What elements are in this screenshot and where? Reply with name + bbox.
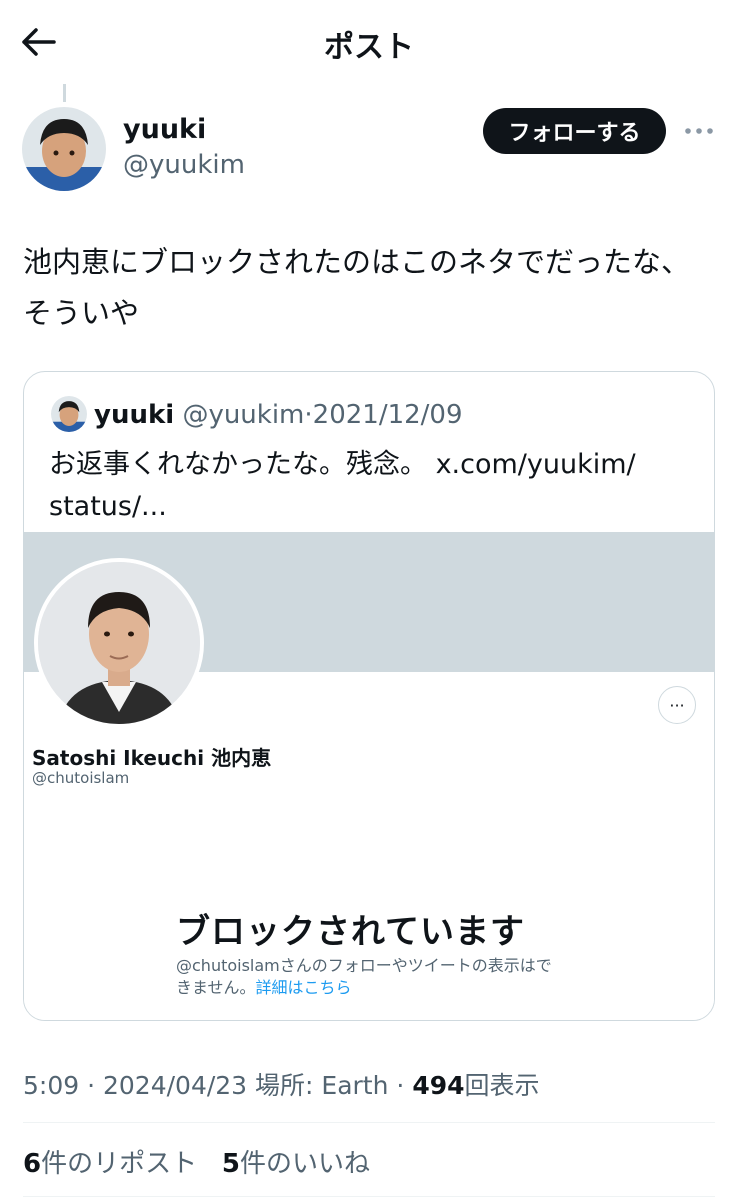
quoted-avatar <box>51 396 87 432</box>
quoted-text-line: お返事くれなかったな。残念。 x.com/yuukim/ <box>49 449 636 480</box>
divider <box>23 1196 715 1197</box>
author-name[interactable]: yuuki <box>123 114 206 145</box>
quoted-text: お返事くれなかったな。残念。 x.com/yuukim/ status/... <box>49 444 689 528</box>
quoted-author-handle: @yuukim <box>182 400 305 430</box>
blocked-description-line: きません。 <box>176 978 256 997</box>
post-text-line: そういや <box>23 296 140 330</box>
avatar[interactable] <box>22 107 106 191</box>
profile-photo <box>34 558 204 728</box>
quoted-header: yuuki @yuukim·2021/12/09 <box>94 400 463 430</box>
divider <box>23 1122 715 1123</box>
learn-more-link: 詳細はこちら <box>255 978 352 997</box>
views-label[interactable]: 回表示 <box>465 1071 540 1100</box>
profile-name: Satoshi Ikeuchi 池内恵 <box>32 742 271 771</box>
quoted-text-line: status/... <box>49 491 167 522</box>
engagement-stats: 6件のリポスト 5件のいいね <box>23 1143 370 1180</box>
post-location: 場所: Earth <box>255 1071 389 1100</box>
meta-separator: · <box>87 1071 96 1100</box>
blocked-description-line: @chutoislamさんのフォローやツイートの表示はで <box>176 956 552 975</box>
follow-button[interactable]: フォローする <box>483 108 666 154</box>
blocked-description: @chutoislamさんのフォローやツイートの表示はで きません。詳細はこちら <box>176 955 576 999</box>
post-text: 池内恵にブロックされたのはこのネタでだったな、 そういや <box>23 237 723 339</box>
likes-count[interactable]: 5 <box>222 1149 240 1179</box>
reposts-label[interactable]: 件のリポスト <box>41 1149 197 1179</box>
likes-label[interactable]: 件のいいね <box>240 1149 370 1179</box>
meta-separator: · <box>396 1071 405 1100</box>
thread-connector-line <box>63 84 66 102</box>
page-title: ポスト <box>324 30 414 65</box>
top-bar: ポスト <box>0 0 738 84</box>
post-time: 5:09 <box>23 1071 80 1100</box>
post-text-line: 池内恵にブロックされたのはこのネタでだったな、 <box>23 245 691 279</box>
more-options-button[interactable] <box>682 116 716 146</box>
blocked-title: ブロックされています <box>176 912 525 952</box>
profile-handle: @chutoislam <box>32 769 130 787</box>
quoted-author-name: yuuki <box>94 400 175 430</box>
reposts-count[interactable]: 6 <box>23 1149 41 1179</box>
quoted-post-card[interactable]: yuuki @yuukim·2021/12/09 お返事くれなかったな。残念。 … <box>23 371 715 1021</box>
quoted-date: 2021/12/09 <box>312 400 463 430</box>
views-count[interactable]: 494 <box>412 1071 464 1100</box>
quoted-separator: · <box>304 400 313 430</box>
profile-name-jp: 池内恵 <box>211 746 272 770</box>
embedded-profile-screenshot: ··· Satoshi Ikeuchi 池内恵 @chutoislam ブロック… <box>24 532 714 1020</box>
author-handle[interactable]: @yuukim <box>123 150 245 180</box>
post-metadata: 5:09 · 2024/04/23 場所: Earth · 494回表示 <box>23 1066 540 1102</box>
post-date: 2024/04/23 <box>103 1071 248 1100</box>
profile-more-icon: ··· <box>658 686 696 724</box>
more-horizontal-icon <box>685 128 713 134</box>
profile-name-en: Satoshi Ikeuchi <box>32 746 205 770</box>
